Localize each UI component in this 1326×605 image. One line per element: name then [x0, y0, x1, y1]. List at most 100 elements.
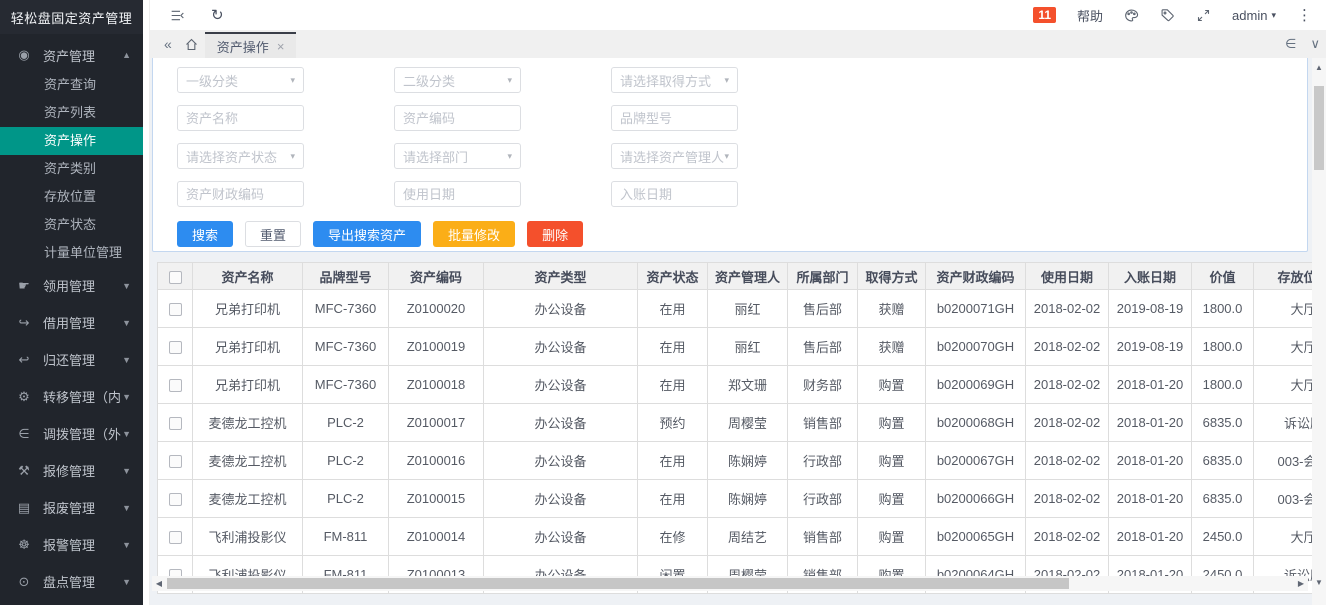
text-input[interactable] — [186, 111, 295, 126]
cell: 购置 — [858, 480, 926, 518]
cell: 获赠 — [858, 290, 926, 328]
more-menu-icon[interactable]: ⋮ — [1297, 6, 1312, 24]
sidebar-group[interactable]: ☛领用管理▼ — [0, 267, 143, 304]
vertical-scrollbar[interactable]: ▲ ▼ — [1312, 58, 1326, 605]
table-row: 兄弟打印机MFC-7360Z0100018办公设备在用郑文珊财务部购置b0200… — [158, 366, 1313, 404]
export-search-button[interactable]: 导出搜索资产 — [313, 221, 421, 247]
cell: PLC-2 — [303, 480, 389, 518]
scroll-down-icon[interactable]: ▼ — [1312, 575, 1326, 589]
home-icon[interactable] — [184, 37, 199, 52]
cell: 003-会见 — [1254, 480, 1313, 518]
cell: b0200068GH — [926, 404, 1026, 442]
row-checkbox[interactable] — [169, 455, 182, 468]
horizontal-scrollbar-thumb[interactable] — [167, 578, 1069, 589]
text-input[interactable] — [403, 187, 512, 202]
sidebar-group[interactable]: ∈调拨管理（外...▼ — [0, 415, 143, 452]
text-input[interactable] — [620, 111, 729, 126]
cell: Z0100018 — [389, 366, 484, 404]
sidebar-scrollbar-track[interactable] — [143, 0, 150, 605]
sidebar-group[interactable]: ⊙盘点管理▼ — [0, 563, 143, 600]
select-all-checkbox[interactable] — [169, 271, 182, 284]
cell: 郑文珊 — [708, 366, 788, 404]
repair-icon: ⚒ — [16, 463, 32, 479]
search-button[interactable]: 搜索 — [177, 221, 233, 247]
refresh-icon[interactable]: ↻ — [211, 8, 224, 23]
tab-list-chevron-icon[interactable]: ∨ — [1310, 36, 1320, 52]
table-row: 兄弟打印机MFC-7360Z0100019办公设备在用丽红售后部获赠b02000… — [158, 328, 1313, 366]
row-checkbox[interactable] — [169, 303, 182, 316]
sidebar-group-label: 归还管理 — [43, 350, 122, 369]
row-checkbox[interactable] — [169, 493, 182, 506]
tab-actions-icon[interactable]: ∈ — [1285, 36, 1296, 52]
search-panel: 一级分类▾二级分类▾请选择取得方式▾请选择资产状态▾请选择部门▾请选择资产管理人… — [152, 58, 1308, 252]
sidebar-group[interactable]: ⚙转移管理（内...▼ — [0, 378, 143, 415]
sidebar: 轻松盘固定资产管理 ◉ 资产管理 ▲ 资产查询资产列表资产操作资产类别存放位置资… — [0, 0, 143, 605]
user-menu[interactable]: admin ▾ — [1232, 8, 1276, 23]
tag-icon[interactable] — [1160, 8, 1175, 23]
sidebar-group-label: 盘点管理 — [43, 572, 122, 591]
collapse-tabs-icon[interactable]: « — [158, 36, 178, 52]
sidebar-group-asset[interactable]: ◉ 资产管理 ▲ — [0, 39, 143, 71]
chevron-down-icon: ▾ — [507, 151, 512, 162]
cell: 办公设备 — [484, 328, 638, 366]
select-请选择部门[interactable]: 请选择部门▾ — [394, 143, 521, 169]
tab-asset-operation[interactable]: 资产操作 × — [205, 32, 297, 58]
sidebar-group-label: 调拨管理（外... — [43, 424, 122, 443]
sidebar-group-label: 报警管理 — [43, 535, 122, 554]
row-checkbox[interactable] — [169, 531, 182, 544]
cell: 周结艺 — [708, 518, 788, 556]
select-请选择资产状态[interactable]: 请选择资产状态▾ — [177, 143, 304, 169]
select-请选择取得方式[interactable]: 请选择取得方式▾ — [611, 67, 738, 93]
theme-palette-icon[interactable] — [1124, 8, 1139, 23]
fullscreen-icon[interactable] — [1196, 8, 1211, 23]
cell: 购置 — [858, 366, 926, 404]
cell: 大厅 — [1254, 366, 1313, 404]
app-title: 轻松盘固定资产管理 — [0, 0, 143, 34]
text-input[interactable] — [186, 187, 295, 202]
form-row — [177, 181, 1307, 207]
row-checkbox[interactable] — [169, 379, 182, 392]
batch-edit-button[interactable]: 批量修改 — [433, 221, 515, 247]
chevron-down-icon: ▼ — [122, 429, 131, 439]
select-placeholder: 二级分类 — [403, 71, 455, 90]
vertical-scrollbar-thumb[interactable] — [1314, 86, 1324, 170]
column-header: 资产财政编码 — [926, 263, 1026, 290]
sidebar-item[interactable]: 资产类别 — [0, 155, 143, 183]
chevron-down-icon: ▾ — [1271, 10, 1276, 21]
scroll-up-icon[interactable]: ▲ — [1312, 60, 1326, 74]
asset-submenu: 资产查询资产列表资产操作资产类别存放位置资产状态计量单位管理 — [0, 71, 143, 267]
text-input[interactable] — [403, 111, 512, 126]
sidebar-item[interactable]: 计量单位管理 — [0, 239, 143, 267]
collapse-menu-icon[interactable] — [170, 8, 185, 23]
text-input[interactable] — [620, 187, 729, 202]
sidebar-item[interactable]: 资产操作 — [0, 127, 143, 155]
horizontal-scrollbar[interactable]: ◀ ▶ — [152, 576, 1308, 591]
select-二级分类[interactable]: 二级分类▾ — [394, 67, 521, 93]
sidebar-item[interactable]: 资产列表 — [0, 99, 143, 127]
close-icon[interactable]: × — [277, 39, 285, 54]
sidebar-group[interactable]: ☸报警管理▼ — [0, 526, 143, 563]
sidebar-item[interactable]: 资产查询 — [0, 71, 143, 99]
row-checkbox-cell — [158, 404, 193, 442]
help-link[interactable]: 帮助 — [1077, 6, 1103, 25]
delete-button[interactable]: 删除 — [527, 221, 583, 247]
row-checkbox[interactable] — [169, 341, 182, 354]
scroll-right-icon[interactable]: ▶ — [1294, 576, 1308, 591]
input-入账日期 — [611, 181, 738, 207]
sidebar-group-label: 报废管理 — [43, 498, 122, 517]
select-一级分类[interactable]: 一级分类▾ — [177, 67, 304, 93]
sidebar-group-label: 资产管理 — [43, 46, 122, 65]
notification-badge[interactable]: 11 — [1033, 7, 1056, 23]
cell: 在用 — [638, 290, 708, 328]
sidebar-group[interactable]: ▤报废管理▼ — [0, 489, 143, 526]
select-请选择资产管理人[interactable]: 请选择资产管理人▾ — [611, 143, 738, 169]
sidebar-item[interactable]: 资产状态 — [0, 211, 143, 239]
reset-button[interactable]: 重置 — [245, 221, 301, 247]
search-form: 一级分类▾二级分类▾请选择取得方式▾请选择资产状态▾请选择部门▾请选择资产管理人… — [177, 67, 1307, 207]
scroll-left-icon[interactable]: ◀ — [152, 576, 166, 591]
row-checkbox[interactable] — [169, 417, 182, 430]
sidebar-group[interactable]: ↩归还管理▼ — [0, 341, 143, 378]
sidebar-group[interactable]: ⚒报修管理▼ — [0, 452, 143, 489]
sidebar-group[interactable]: ↪借用管理▼ — [0, 304, 143, 341]
sidebar-item[interactable]: 存放位置 — [0, 183, 143, 211]
